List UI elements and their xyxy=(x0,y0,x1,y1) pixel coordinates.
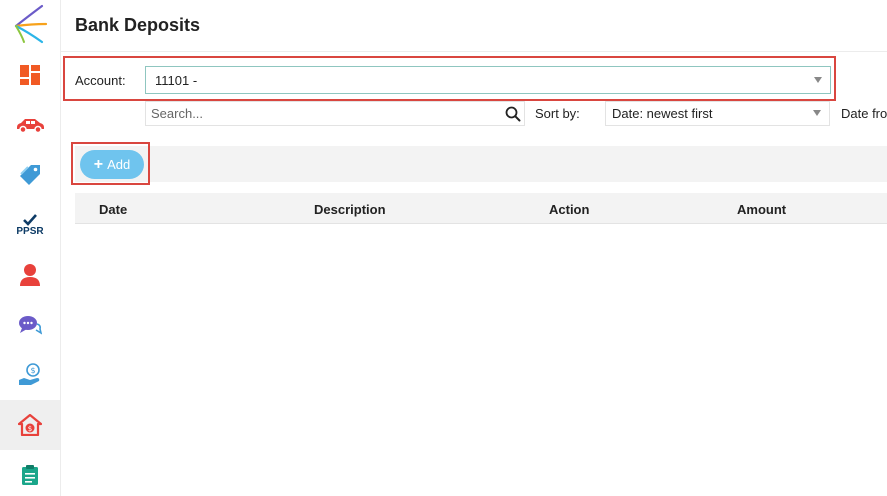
house-dollar-icon: $ xyxy=(18,414,42,436)
column-header-description[interactable]: Description xyxy=(314,202,386,217)
toolbar xyxy=(75,146,887,182)
sidebar-item-dashboard[interactable] xyxy=(0,52,60,98)
sidebar-item-tags[interactable] xyxy=(0,152,60,198)
sidebar-item-contacts[interactable] xyxy=(0,252,60,298)
search-box xyxy=(145,101,525,126)
dashboard-icon xyxy=(20,65,40,85)
chevron-down-icon xyxy=(813,110,821,116)
sidebar-item-bank-deposits[interactable]: $ xyxy=(0,400,60,450)
hand-dollar-icon: $ xyxy=(19,363,40,385)
sidebar: PPSR $ $ xyxy=(0,0,61,496)
sidebar-item-vehicles[interactable] xyxy=(0,102,60,148)
column-header-date[interactable]: Date xyxy=(99,202,127,217)
person-icon xyxy=(20,264,40,286)
search-input[interactable] xyxy=(151,102,491,125)
sidebar-item-messages[interactable] xyxy=(0,302,60,348)
page-title: Bank Deposits xyxy=(75,15,201,35)
title-divider xyxy=(61,51,887,52)
sort-label: Sort by: xyxy=(535,106,580,121)
svg-text:$: $ xyxy=(30,366,35,375)
add-button[interactable]: + Add xyxy=(80,150,144,179)
svg-text:$: $ xyxy=(28,425,32,433)
sidebar-item-reports[interactable] xyxy=(0,452,60,496)
column-header-amount[interactable]: Amount xyxy=(737,202,786,217)
clipboard-icon xyxy=(22,465,38,485)
ppsr-label: PPSR xyxy=(16,225,44,237)
column-header-action[interactable]: Action xyxy=(549,202,589,217)
plus-icon: + xyxy=(93,155,104,173)
account-select[interactable]: 11101 - xyxy=(145,66,831,94)
sidebar-item-ppsr[interactable]: PPSR xyxy=(0,202,60,248)
search-icon[interactable] xyxy=(505,106,521,122)
car-icon xyxy=(17,119,44,133)
sidebar-item-payments[interactable]: $ xyxy=(0,352,60,398)
add-button-label: Add xyxy=(107,157,131,172)
sort-selected-value: Date: newest first xyxy=(612,106,713,121)
table-header: Date Description Action Amount xyxy=(75,193,887,224)
chat-icon xyxy=(19,316,42,335)
app-logo-icon[interactable] xyxy=(12,4,48,44)
tag-icon xyxy=(20,165,40,185)
ppsr-icon xyxy=(23,213,37,226)
account-selected-value: 11101 - xyxy=(155,73,198,88)
sort-select[interactable]: Date: newest first xyxy=(605,101,830,126)
account-row-highlight: Account: 11101 - xyxy=(63,56,836,101)
chevron-down-icon xyxy=(814,77,822,83)
date-from-label: Date from xyxy=(841,106,887,121)
account-label: Account: xyxy=(75,73,126,88)
